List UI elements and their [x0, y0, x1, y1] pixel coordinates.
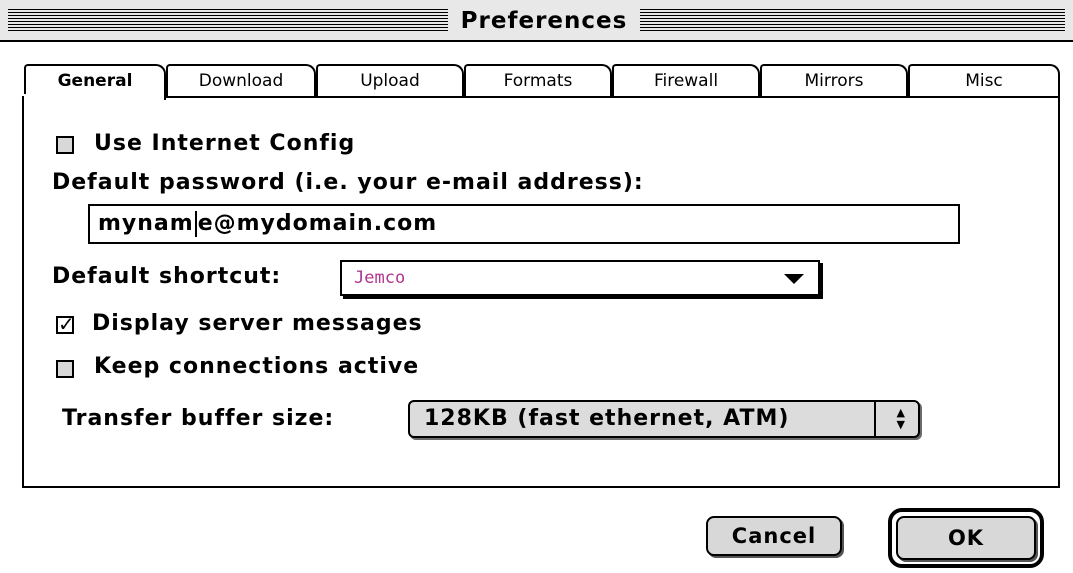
cancel-button[interactable]: Cancel — [706, 516, 842, 556]
transfer-buffer-size-label: Transfer buffer size: — [62, 406, 335, 431]
tab-firewall[interactable]: Firewall — [612, 64, 760, 98]
tab-download[interactable]: Download — [166, 64, 316, 98]
checkmark-icon: ✓ — [58, 312, 75, 336]
transfer-buffer-size-value: 128KB (fast ethernet, ATM) — [424, 406, 790, 431]
display-server-messages-checkbox[interactable]: ✓ — [56, 312, 75, 336]
active-tab-join — [24, 94, 164, 100]
keep-connections-active-label: Keep connections active — [94, 354, 420, 379]
display-server-messages-label: Display server messages — [92, 311, 423, 336]
tab-upload[interactable]: Upload — [316, 64, 464, 98]
tab-mirrors[interactable]: Mirrors — [760, 64, 908, 98]
title-bar[interactable]: Preferences — [0, 0, 1073, 42]
text-caret — [194, 211, 197, 237]
up-down-arrows-icon: ▲ ▼ — [896, 406, 906, 431]
default-shortcut-value: Jemco — [354, 268, 406, 288]
default-password-label: Default password (i.e. your e-mail addre… — [52, 170, 644, 195]
ok-button[interactable]: OK — [896, 516, 1036, 560]
use-internet-config-label: Use Internet Config — [94, 131, 356, 156]
triangle-down-icon — [784, 274, 804, 284]
window-title: Preferences — [448, 5, 640, 37]
transfer-buffer-size-select[interactable]: 128KB (fast ethernet, ATM) ▲ ▼ — [408, 400, 920, 438]
password-text-after-caret: e@mydomain.com — [197, 211, 438, 236]
default-shortcut-popup[interactable]: Jemco — [340, 260, 820, 296]
select-divider — [874, 402, 876, 436]
password-text-before-caret: mynam — [98, 211, 194, 236]
title-bar-stripes-right — [640, 9, 1065, 33]
default-password-field[interactable]: mynam e@mydomain.com — [88, 204, 960, 244]
tab-formats[interactable]: Formats — [464, 64, 612, 98]
default-shortcut-label: Default shortcut: — [52, 264, 282, 289]
keep-connections-active-checkbox[interactable] — [56, 360, 74, 378]
title-bar-stripes-left — [8, 9, 448, 33]
tab-misc[interactable]: Misc — [908, 64, 1060, 98]
use-internet-config-checkbox[interactable] — [56, 136, 74, 154]
